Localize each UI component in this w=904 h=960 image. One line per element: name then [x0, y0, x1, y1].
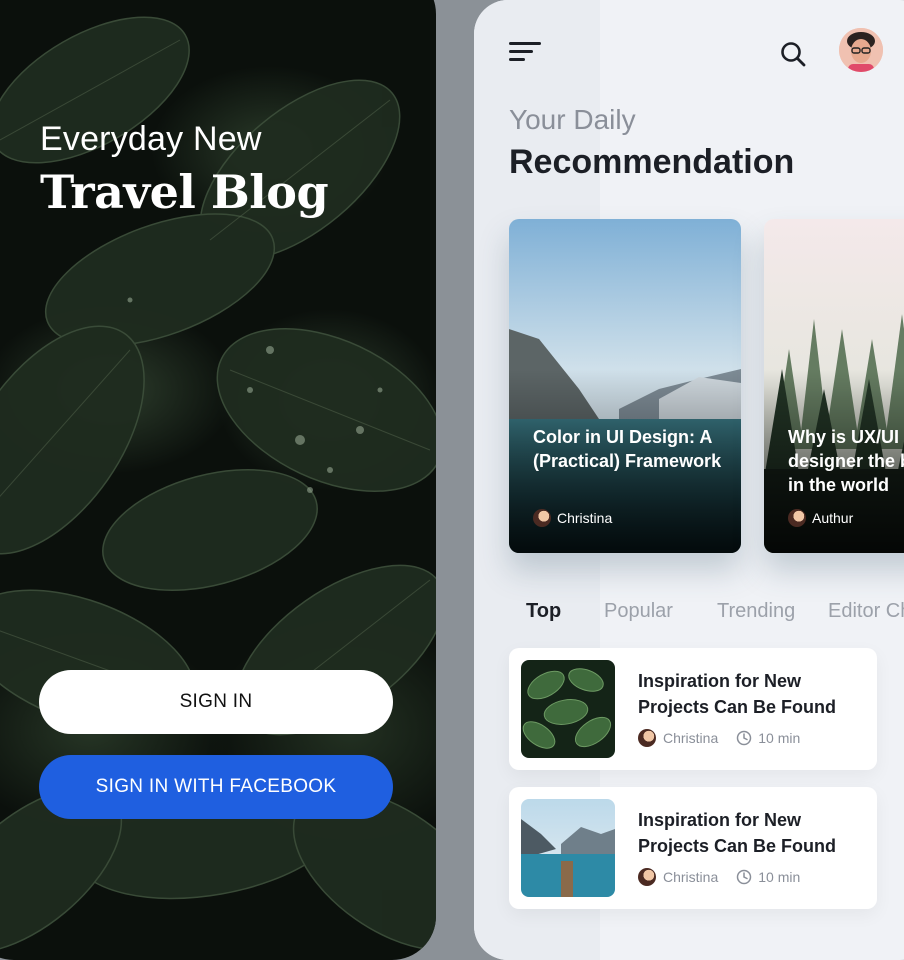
list-item-meta: Christina 10 min: [638, 729, 800, 747]
section-subtitle: Your Daily: [509, 104, 636, 135]
read-time: 10 min: [758, 869, 801, 885]
section-title: Recommendation: [509, 143, 795, 181]
clock-icon: [737, 730, 752, 746]
author-name: Christina: [663, 730, 719, 746]
hero-heading: Everyday New Travel Blog: [40, 120, 329, 219]
mountain-lake-image: [509, 219, 741, 553]
author-avatar: [788, 509, 806, 527]
hero-subtitle: Everyday New: [40, 120, 262, 158]
author-avatar: [638, 868, 656, 886]
list-item[interactable]: Inspiration for New Projects Can Be Foun…: [509, 648, 877, 770]
menu-icon[interactable]: [509, 40, 543, 64]
recommendation-card[interactable]: Why is UX/UI designer the best job in th…: [764, 219, 904, 553]
category-tabs: Top Popular Trending Editor Choice: [474, 600, 904, 630]
author-avatar: [533, 509, 551, 527]
misty-forest-image: [764, 219, 904, 553]
home-screen: Your Daily Recommendation Color in UI De…: [474, 0, 904, 960]
tab-popular[interactable]: Popular: [604, 600, 673, 623]
card-author: Christina: [533, 509, 612, 527]
card-title: Color in UI Design: A (Practical) Framew…: [533, 427, 722, 471]
author-name: Authur: [812, 510, 854, 526]
sign-in-button[interactable]: SIGN IN: [39, 670, 393, 734]
card-author: Authur: [788, 509, 853, 527]
list-item[interactable]: Inspiration for New Projects Can Be Foun…: [509, 787, 877, 909]
facebook-sign-in-button[interactable]: SIGN IN WITH FACEBOOK: [39, 755, 393, 819]
author-name: Christina: [663, 869, 719, 885]
hero-title: Travel Blog: [40, 165, 329, 219]
list-item-title: Inspiration for New Projects Can Be Foun…: [638, 810, 837, 856]
tab-top[interactable]: Top: [526, 600, 561, 623]
search-icon[interactable]: [779, 40, 807, 68]
read-time: 10 min: [758, 730, 801, 746]
list-item-title: Inspiration for New Projects Can Be Foun…: [638, 671, 837, 717]
tab-trending[interactable]: Trending: [717, 600, 795, 623]
list-item-meta: Christina 10 min: [638, 868, 800, 886]
author-avatar: [638, 729, 656, 747]
card-title: Why is UX/UI designer the best job in th…: [788, 427, 904, 495]
clock-icon: [737, 869, 752, 885]
user-avatar[interactable]: [839, 28, 883, 72]
lake-pier-thumbnail: [521, 799, 615, 897]
recommendation-card[interactable]: Color in UI Design: A (Practical) Framew…: [509, 219, 741, 553]
tab-editor-choice[interactable]: Editor Choice: [828, 600, 904, 623]
login-screen: Everyday New Travel Blog SIGN IN SIGN IN…: [0, 0, 436, 960]
author-name: Christina: [557, 510, 613, 526]
leaves-thumbnail: [521, 660, 615, 758]
